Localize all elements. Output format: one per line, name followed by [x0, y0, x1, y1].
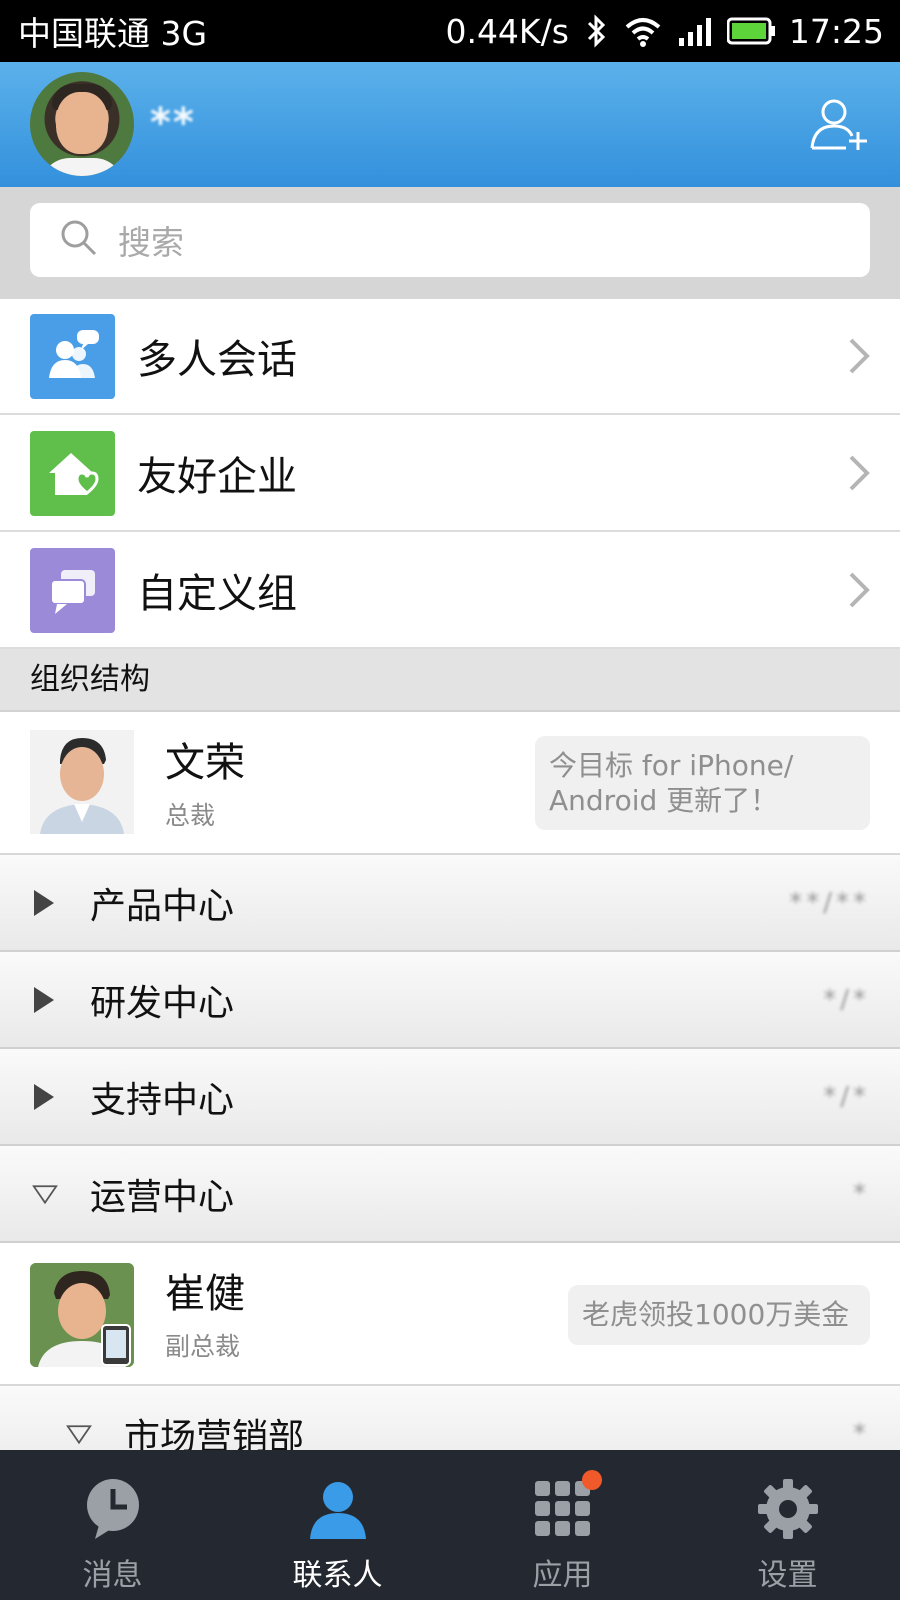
dept-count: **/** — [789, 887, 870, 918]
group-chat-icon — [30, 313, 115, 399]
expand-triangle-icon — [32, 985, 58, 1015]
dept-label: 支持中心 — [90, 1079, 235, 1121]
friendly-company-icon — [30, 430, 115, 516]
dept-row[interactable]: 运营中心 * — [0, 1146, 900, 1243]
contact-title: 副总裁 — [165, 1332, 241, 1361]
dept-count: * — [853, 1418, 870, 1449]
dept-label: 运营中心 — [90, 1176, 235, 1218]
collapse-triangle-icon — [32, 1182, 58, 1206]
dept-row[interactable]: 产品中心 **/** — [0, 855, 900, 952]
status-line: Android 更新了！ — [549, 784, 779, 817]
dept-row[interactable]: 支持中心 */* — [0, 1049, 900, 1146]
dept-count: */* — [823, 984, 870, 1015]
wifi-icon — [623, 15, 663, 47]
search-icon — [60, 219, 98, 261]
search-area: 搜索 — [0, 187, 900, 299]
tab-label: 消息 — [82, 1558, 143, 1593]
status-bubble: 老虎领投1000万美金 — [568, 1285, 870, 1345]
contact-row[interactable]: 文荣 总裁 今目标 for iPhone/ Android 更新了！ — [0, 712, 900, 855]
section-header-org: 组织结构 — [0, 649, 900, 712]
dept-label: 研发中心 — [90, 982, 235, 1024]
chevron-right-icon — [848, 337, 870, 375]
message-clock-icon — [80, 1476, 146, 1542]
bluetooth-icon — [583, 14, 609, 48]
feature-friendly-company[interactable]: 友好企业 — [0, 416, 900, 532]
feature-custom-group[interactable]: 自定义组 — [0, 533, 900, 649]
tab-label: 设置 — [757, 1558, 818, 1593]
search-input[interactable]: 搜索 — [30, 203, 870, 277]
status-line: 今目标 for iPhone/ — [549, 749, 794, 782]
settings-gear-icon — [755, 1476, 821, 1542]
tab-apps[interactable]: 应用 — [450, 1450, 675, 1600]
status-bubble: 今目标 for iPhone/ Android 更新了！ — [535, 736, 870, 830]
contact-name: 文荣 — [165, 740, 245, 786]
notification-badge — [582, 1470, 602, 1490]
user-avatar[interactable] — [30, 72, 134, 176]
custom-group-icon — [30, 547, 115, 633]
username: ** — [150, 100, 196, 146]
feature-label: 多人会话 — [137, 337, 297, 383]
collapse-triangle-icon — [66, 1422, 92, 1446]
feature-group-chat[interactable]: 多人会话 — [0, 299, 900, 415]
dept-row[interactable]: 研发中心 */* — [0, 952, 900, 1049]
contact-title: 总裁 — [165, 801, 216, 830]
expand-triangle-icon — [32, 1082, 58, 1112]
app-header: ** — [0, 62, 900, 187]
expand-triangle-icon — [32, 888, 58, 918]
battery-icon — [726, 17, 775, 45]
feature-label: 自定义组 — [137, 571, 297, 617]
tab-label: 应用 — [532, 1558, 593, 1593]
mobile-device-icon — [100, 1323, 132, 1371]
contacts-icon — [305, 1476, 371, 1542]
network-speed: 0.44K/s — [445, 11, 569, 51]
status-bar: 中国联通 3G 0.44K/s 17:25 — [0, 0, 900, 62]
dept-count: */* — [823, 1081, 870, 1112]
chevron-right-icon — [848, 454, 870, 492]
tab-label: 联系人 — [292, 1558, 383, 1593]
tab-contacts[interactable]: 联系人 — [225, 1450, 450, 1600]
dept-label: 产品中心 — [90, 885, 235, 927]
dept-count: * — [853, 1178, 870, 1209]
tab-messages[interactable]: 消息 — [0, 1450, 225, 1600]
signal-icon — [677, 16, 713, 46]
tab-settings[interactable]: 设置 — [675, 1450, 900, 1600]
contact-name: 崔健 — [165, 1271, 245, 1317]
search-placeholder: 搜索 — [118, 223, 184, 262]
contact-row[interactable]: 崔健 副总裁 老虎领投1000万美金 — [0, 1243, 900, 1386]
contact-avatar — [30, 730, 134, 834]
bottom-tab-bar: 消息 联系人 应用 设置 — [0, 1450, 900, 1600]
feature-label: 友好企业 — [137, 454, 297, 500]
chevron-right-icon — [848, 571, 870, 609]
carrier-label: 中国联通 3G — [18, 14, 208, 53]
clock: 17:25 — [788, 11, 884, 51]
add-user-icon[interactable] — [810, 96, 870, 152]
